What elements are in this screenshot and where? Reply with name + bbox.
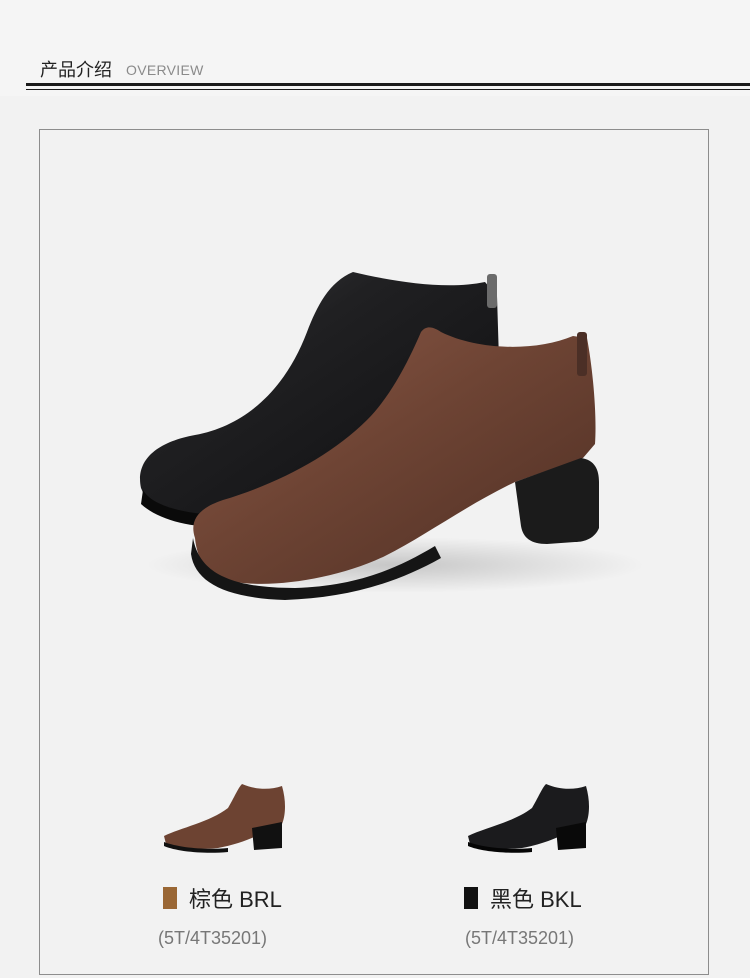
variant-brown[interactable]: 棕色 BRL: [163, 882, 282, 914]
black-boot-thumbnail[interactable]: [462, 778, 592, 858]
variant-black[interactable]: 黑色 BKL: [464, 882, 582, 914]
variant-black-code: (5T/4T35201): [465, 928, 575, 948]
variant-brown-code: (5T/4T35201): [158, 928, 268, 948]
variant-brown-label: 棕色 BRL: [189, 887, 282, 912]
brown-swatch: [163, 887, 177, 909]
page-header: 产品介绍 OVERVIEW: [0, 0, 750, 96]
product-hero-image: [95, 220, 655, 620]
black-swatch: [464, 887, 478, 909]
section-subtitle: OVERVIEW: [126, 62, 204, 78]
variant-black-label: 黑色 BKL: [490, 887, 582, 912]
section-title: 产品介绍: [40, 60, 112, 81]
brown-boot-thumbnail[interactable]: [158, 778, 288, 858]
header-rule-thick: [26, 83, 750, 86]
header-rule-thin: [26, 89, 750, 90]
